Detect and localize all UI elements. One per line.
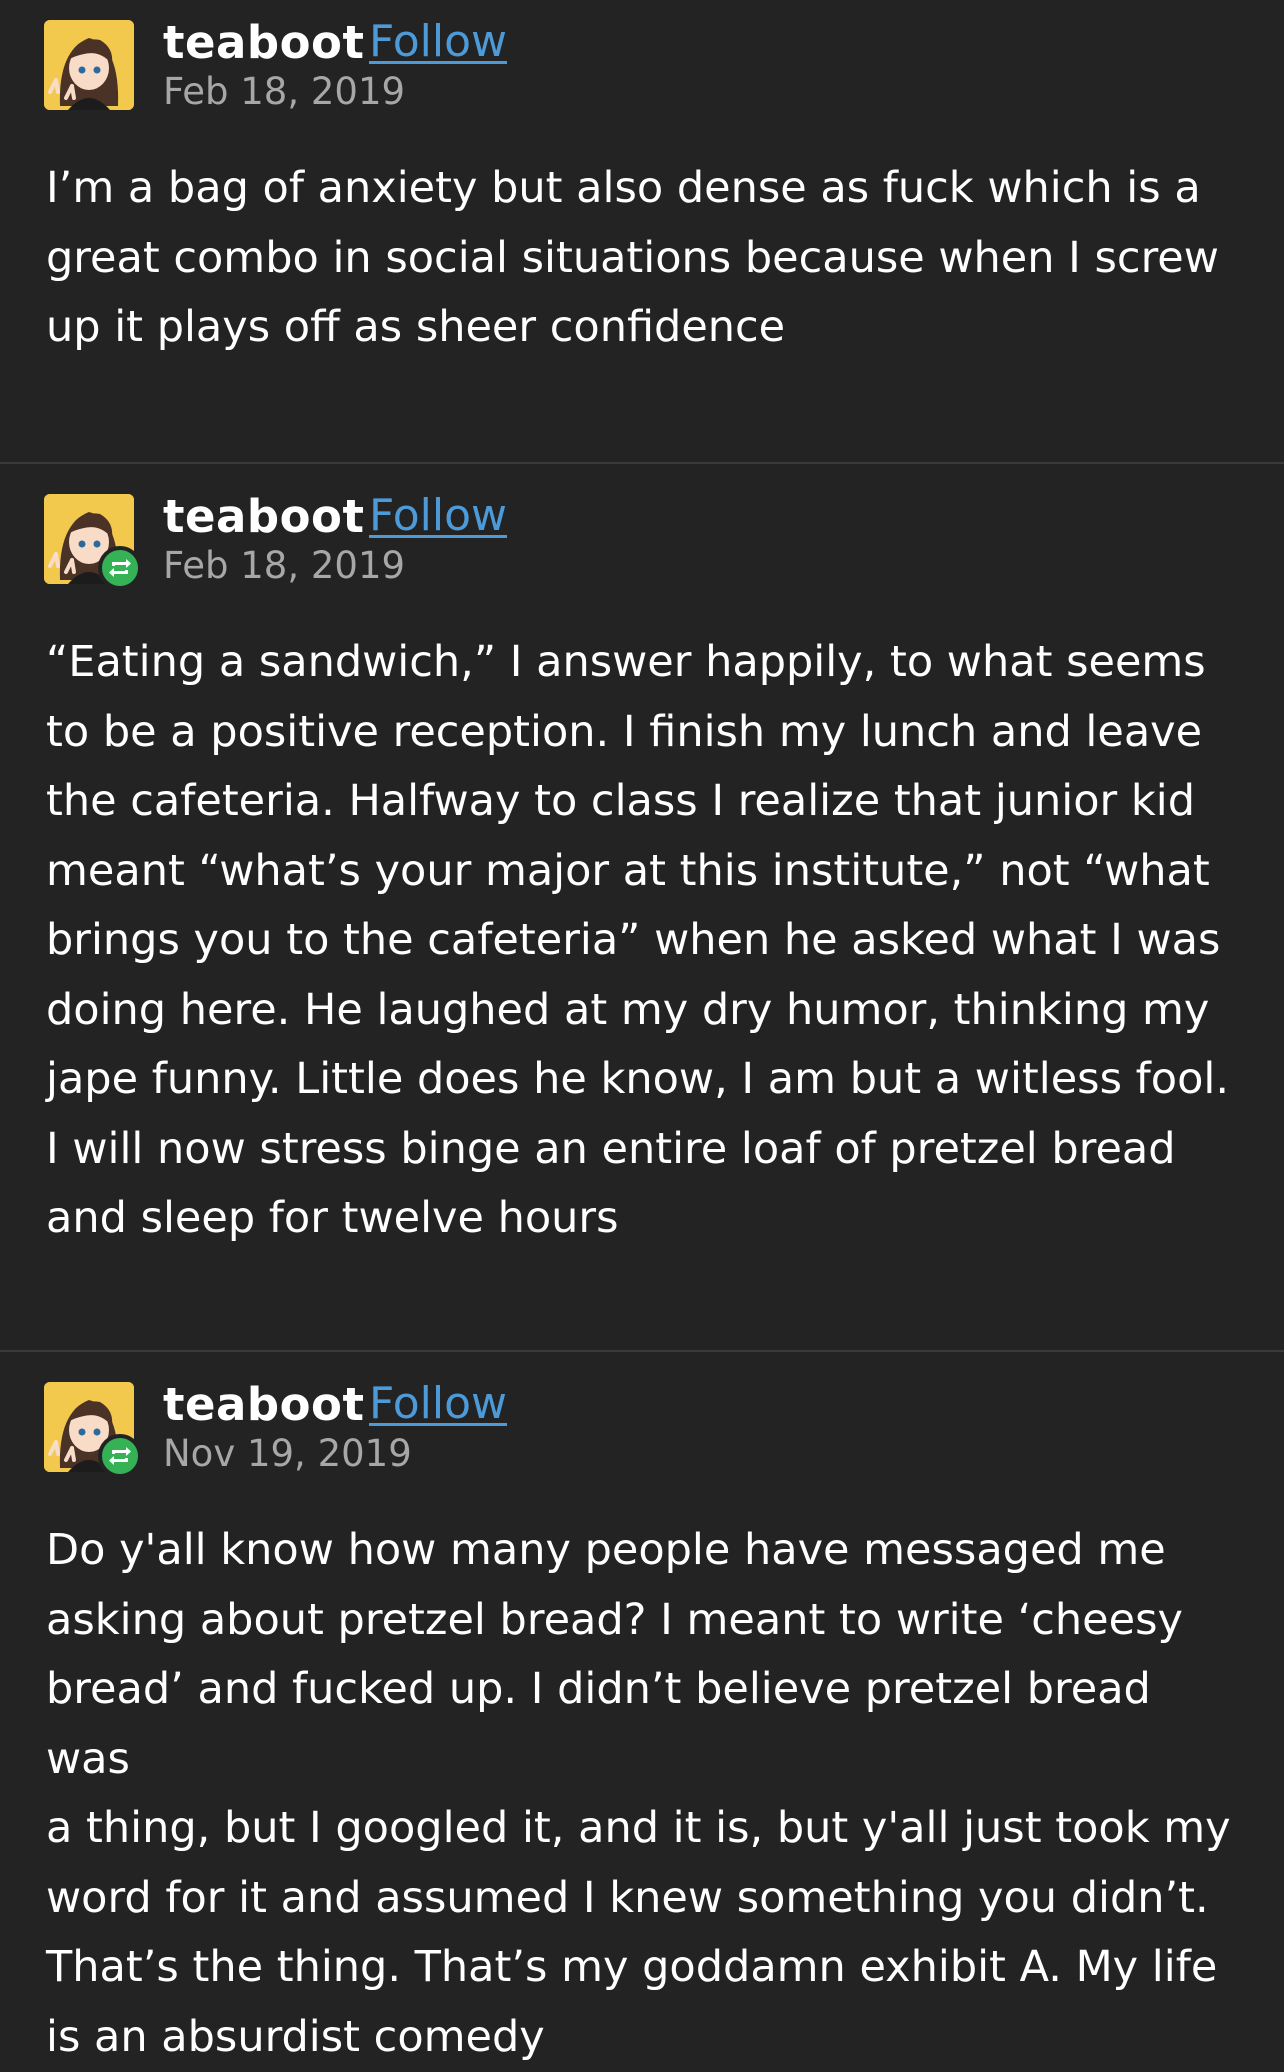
text-line: jape funny. Little does he know, I am bu… (46, 1045, 1246, 1115)
text-line: and sleep for twelve hours (46, 1184, 1246, 1254)
text-line: asking about pretzel bread? I meant to w… (46, 1586, 1246, 1656)
text-line: brings you to the cafeteria” when he ask… (46, 906, 1246, 976)
post-text: “Eating a sandwich,” I answer happily, t… (46, 628, 1246, 1254)
text-line: I’m a bag of anxiety but also dense as f… (46, 154, 1246, 224)
text-line: a thing, but I googled it, and it is, bu… (46, 1794, 1246, 1864)
post-1: teaboot Follow Feb 18, 2019 I’m a bag of… (0, 0, 1284, 462)
text-line: word for it and assumed I knew something… (46, 1864, 1246, 1934)
username[interactable]: teaboot (163, 1378, 364, 1431)
post-divider (0, 1350, 1284, 1352)
post-text: Do y'all know how many people have messa… (46, 1516, 1246, 2072)
text-line: Do y'all know how many people have messa… (46, 1516, 1246, 1586)
post-header: teaboot Follow Feb 18, 2019 (44, 18, 1244, 118)
post-header: teaboot Follow Nov 19, 2019 (44, 1380, 1244, 1480)
post-2: teaboot Follow Feb 18, 2019 “Eating a sa… (0, 474, 1284, 1350)
text-line: doing here. He laughed at my dry humor, … (46, 976, 1246, 1046)
post-divider (0, 462, 1284, 464)
post-date: Feb 18, 2019 (163, 544, 405, 587)
reblog-icon (98, 1434, 142, 1478)
follow-button[interactable]: Follow (369, 490, 507, 541)
text-line: to be a positive reception. I finish my … (46, 698, 1246, 768)
username[interactable]: teaboot (163, 16, 364, 69)
post-date: Feb 18, 2019 (163, 70, 405, 113)
text-line: That’s the thing. That’s my goddamn exhi… (46, 1933, 1246, 2003)
post-date: Nov 19, 2019 (163, 1432, 412, 1475)
text-line: I will now stress binge an entire loaf o… (46, 1115, 1246, 1185)
username[interactable]: teaboot (163, 490, 364, 543)
reblog-icon (98, 546, 142, 590)
avatar-image (44, 20, 134, 110)
follow-button[interactable]: Follow (369, 1378, 507, 1429)
text-line: the cafeteria. Halfway to class I realiz… (46, 767, 1246, 837)
text-line: bread’ and fucked up. I didn’t believe p… (46, 1655, 1246, 1794)
avatar[interactable] (44, 20, 134, 110)
text-line: is an absurdist comedy (46, 2003, 1246, 2072)
follow-button[interactable]: Follow (369, 16, 507, 67)
text-line: up it plays off as sheer confidence (46, 293, 1246, 363)
post-header: teaboot Follow Feb 18, 2019 (44, 492, 1244, 592)
post-text: I’m a bag of anxiety but also dense as f… (46, 154, 1246, 363)
text-line: “Eating a sandwich,” I answer happily, t… (46, 628, 1246, 698)
post-3: teaboot Follow Nov 19, 2019 Do y'all kno… (0, 1362, 1284, 2025)
text-line: great combo in social situations because… (46, 224, 1246, 294)
text-line: meant “what’s your major at this institu… (46, 837, 1246, 907)
